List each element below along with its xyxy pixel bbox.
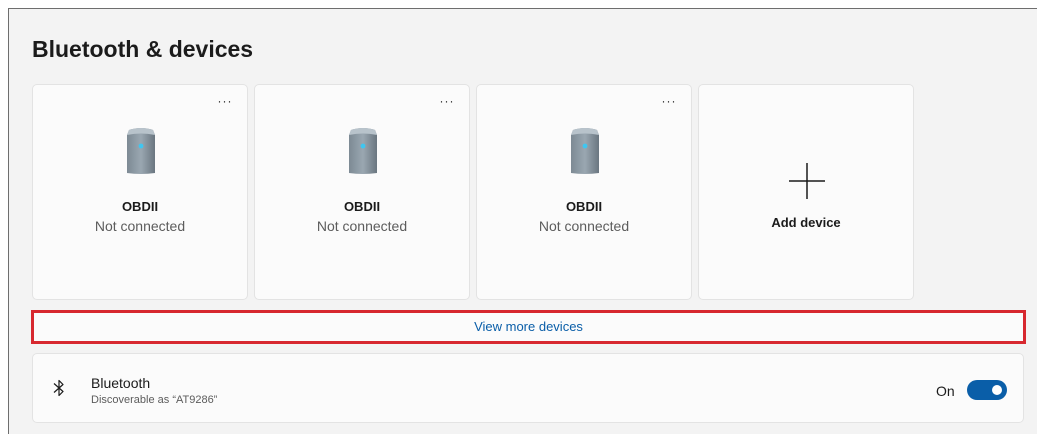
device-tower-icon [571,128,599,174]
device-name: OBDII [121,199,159,214]
view-more-devices-label: View more devices [474,319,583,334]
more-options-button[interactable]: ··· [437,95,457,111]
add-device-label: Add device [771,215,841,230]
toggle-knob [992,385,1002,395]
view-more-devices-button[interactable]: View more devices [31,310,1026,344]
bluetooth-discoverable-text: Discoverable as “AT9286” [91,394,218,406]
bluetooth-setting-row: Bluetooth Discoverable as “AT9286” On [32,353,1024,423]
device-status: Not connected [94,218,186,234]
bluetooth-state-label: On [936,383,955,399]
bluetooth-icon [53,379,64,397]
device-tower-icon [127,128,155,174]
page-title: Bluetooth & devices [32,36,254,62]
device-card-2[interactable]: ··· OBDII Not connected [254,84,470,300]
plus-icon [789,163,825,199]
bluetooth-title: Bluetooth [91,375,151,391]
device-tower-icon [349,128,377,174]
device-card-1[interactable]: ··· OBDII Not connected [32,84,248,300]
device-card-3[interactable]: ··· OBDII Not connected [476,84,692,300]
add-device-card[interactable]: Add device [698,84,914,300]
more-options-button[interactable]: ··· [659,95,679,111]
device-status: Not connected [316,218,408,234]
bluetooth-toggle[interactable] [967,380,1007,400]
settings-window: Bluetooth & devices ··· OBDII Not connec… [8,8,1037,434]
device-status: Not connected [538,218,630,234]
device-name: OBDII [565,199,603,214]
device-name: OBDII [343,199,381,214]
more-options-button[interactable]: ··· [215,95,235,111]
